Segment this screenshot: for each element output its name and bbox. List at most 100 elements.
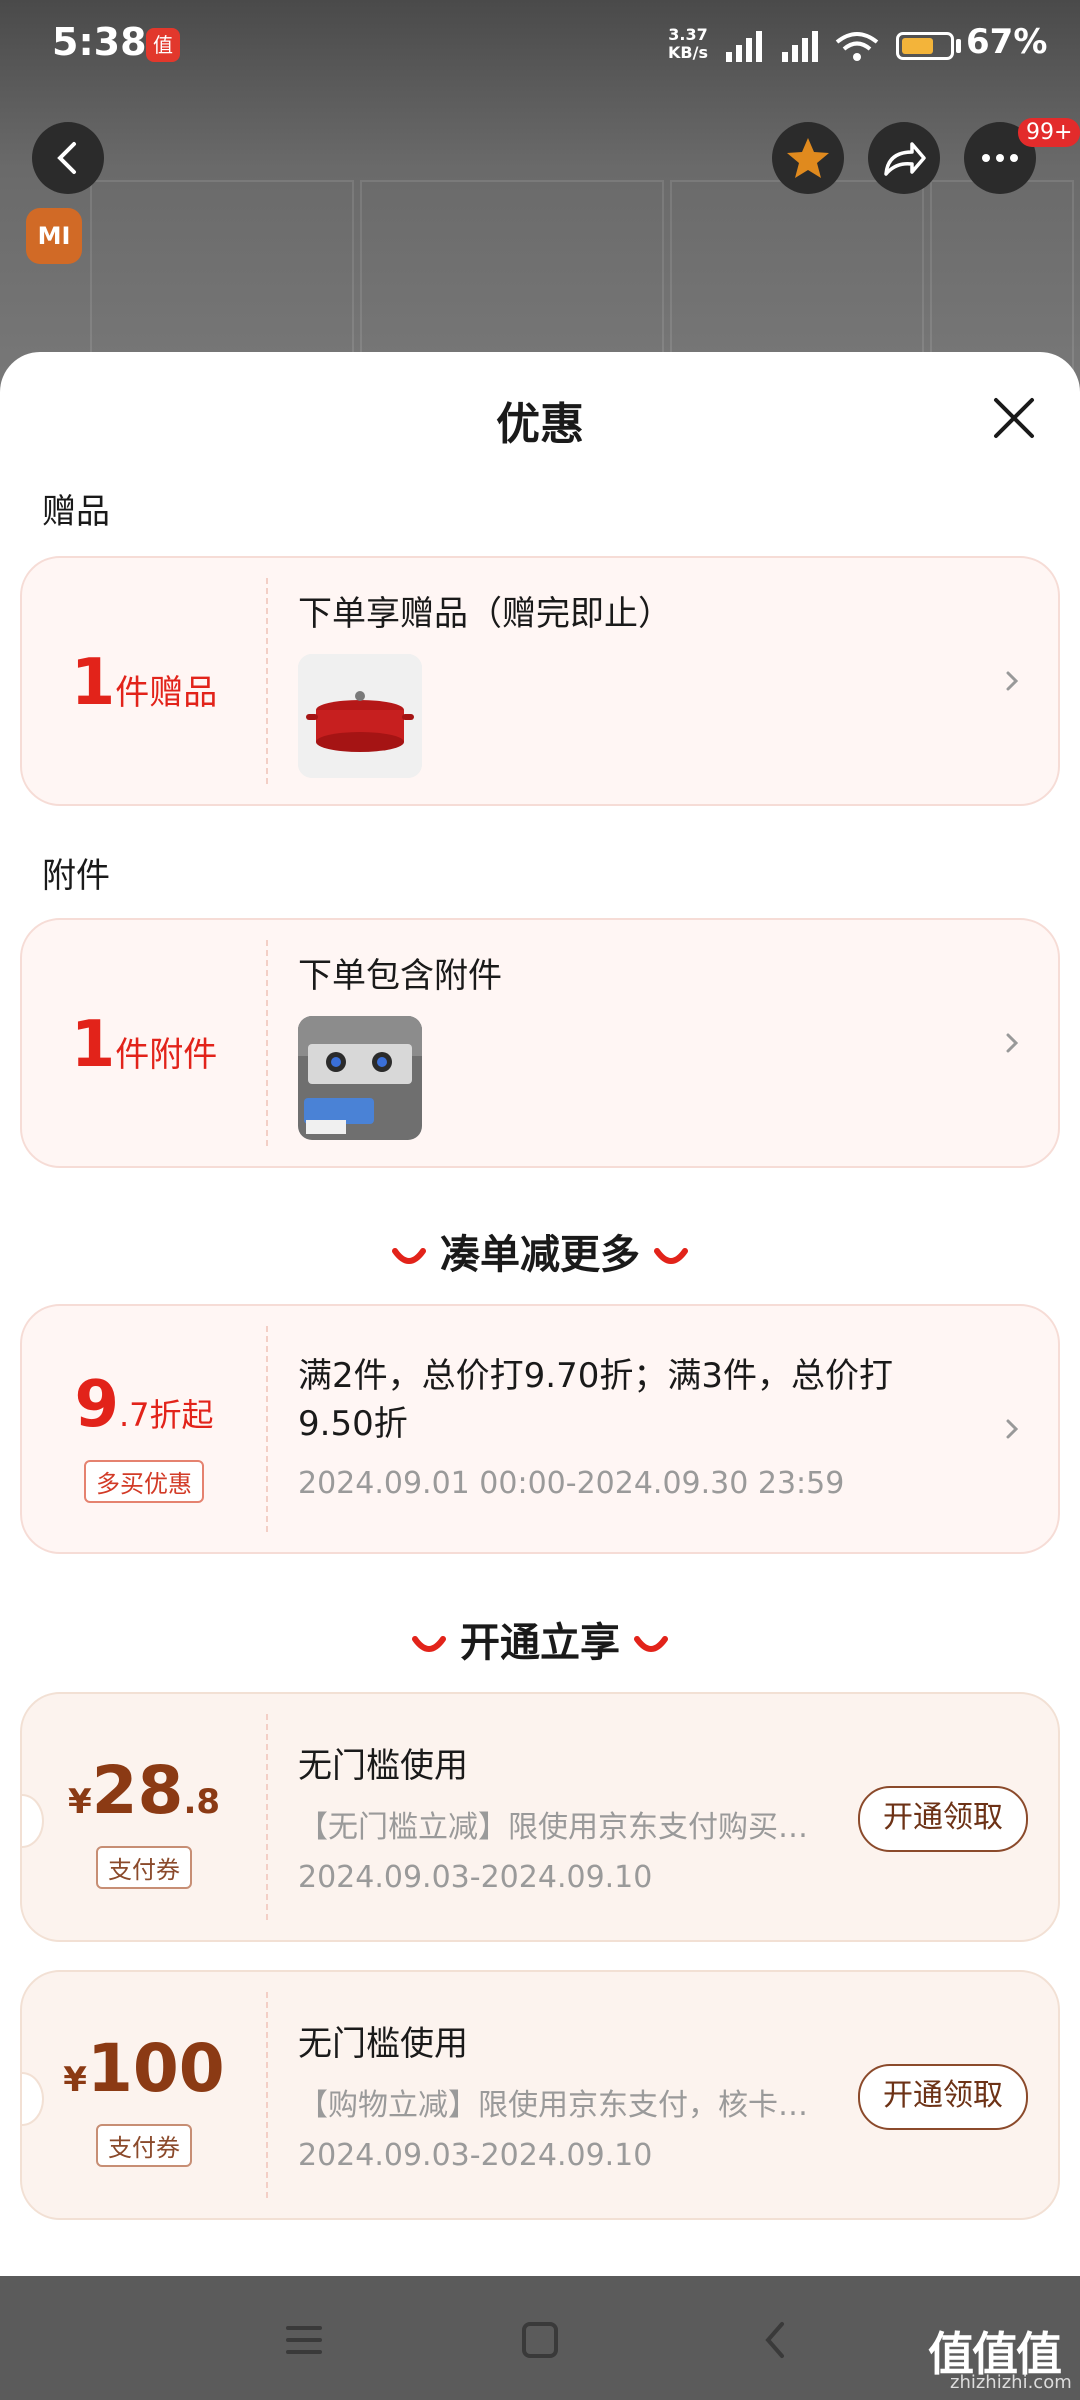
network-speed-unit: KB/s [668,43,708,62]
battery-percent: 67% [966,22,1048,62]
star-icon [787,138,829,178]
chevron-right-icon [1006,671,1019,691]
coupon-tag-wrap: 支付券 [22,1846,266,1889]
coupon-title: 无门槛使用 [298,2024,468,2064]
battery-level [902,38,933,54]
card-divider [266,1992,268,2198]
coupon-amount-integer: 100 [86,2030,225,2107]
promo-discount-main: 9 [74,1368,119,1442]
accessory-thumbnail [298,1016,422,1140]
notification-app-icon: 值 [146,28,180,62]
gift-card-right: 下单享赠品（赠完即止） [298,558,1018,804]
gift-card-left: 1件赠品 [22,558,266,804]
smile-accent-icon [392,1248,426,1264]
promo-discount: 9.7折起 [22,1368,266,1442]
gift-card[interactable]: 1件赠品 下单享赠品（赠完即止） [20,556,1060,806]
promo-card-right: 满2件，总价打9.70折；满3件，总价打9.50折 2024.09.01 00:… [298,1306,1018,1552]
card-divider [266,1326,268,1532]
signal-icon-2 [782,31,818,62]
accessory-title: 下单包含附件 [298,956,502,996]
more-deals-heading-text: 凑单减更多 [440,1232,640,1278]
gift-count-unit: 件赠品 [115,673,218,713]
gift-thumbnail [298,654,422,778]
coupon-currency: ¥ [63,2060,87,2100]
accessory-count-unit: 件附件 [115,1035,218,1075]
coupon-card-left: ¥100 支付券 [22,1972,266,2218]
coupon-tag: 支付券 [96,1846,192,1889]
coupon-card[interactable]: ¥100 支付券 无门槛使用 【购物立减】限使用京东支付，核卡… 2024.09… [20,1970,1060,2220]
coupon-currency: ¥ [67,1782,92,1822]
coupon-card-right: 无门槛使用 【无门槛立减】限使用京东支付购买… 2024.09.03-2024.… [298,1694,1028,1940]
coupon-amount: ¥28.8 [22,1752,266,1829]
favorite-button[interactable] [772,122,844,194]
promo-tag-wrap: 多买优惠 [22,1460,266,1503]
accessory-card[interactable]: 1件附件 下单包含附件 [20,918,1060,1168]
network-speed: 3.37 KB/s [668,26,708,62]
chevron-right-icon [1006,1033,1019,1053]
coupon-date: 2024.09.03-2024.09.10 [298,2138,653,2173]
battery-tip [956,39,961,53]
brand-logo: MI [26,208,82,264]
accessory-section-title: 附件 [42,856,110,896]
smile-accent-icon [654,1248,688,1264]
network-speed-value: 3.37 [668,25,708,44]
message-count-badge: 99+ [1018,118,1080,147]
battery-icon [896,32,954,60]
promo-date: 2024.09.01 00:00-2024.09.30 23:59 [298,1466,845,1501]
smile-accent-icon [634,1636,668,1652]
promo-description: 满2件，总价打9.70折；满3件，总价打9.50折 [298,1356,893,1444]
coupon-card-right: 无门槛使用 【购物立减】限使用京东支付，核卡… 2024.09.03-2024.… [298,1972,1028,2218]
claim-coupon-button[interactable]: 开通领取 [858,1786,1028,1852]
gas-stove-image [298,1016,422,1140]
system-navigation-bar [0,2276,1080,2400]
coupon-tag-wrap: 支付券 [22,2124,266,2167]
watermark-url: zhizhizhi.com [950,2372,1072,2393]
coupon-amount-integer: 28 [91,1752,184,1829]
card-divider [266,940,268,1146]
status-bar: 5:38 值 3.37 KB/s 67% [0,0,1080,95]
open-benefits-heading: 开通立享 [0,1610,1080,1668]
wifi-icon [835,32,879,61]
promo-tag: 多买优惠 [84,1460,204,1503]
accessory-card-right: 下单包含附件 [298,920,1018,1166]
accessory-count: 1件附件 [22,1008,266,1082]
back-button[interactable] [32,122,104,194]
gift-count: 1件赠品 [22,646,266,720]
card-divider [266,1714,268,1920]
close-icon [994,398,1034,438]
coupon-amount: ¥100 [22,2030,266,2107]
status-time: 5:38 [52,20,147,64]
coupon-date: 2024.09.03-2024.09.10 [298,1860,653,1895]
menu-icon[interactable] [282,2318,326,2362]
coupon-card-left: ¥28.8 支付券 [22,1694,266,1940]
accessory-count-number: 1 [70,1008,116,1082]
smile-accent-icon [412,1636,446,1652]
coupon-card[interactable]: ¥28.8 支付券 无门槛使用 【无门槛立减】限使用京东支付购买… 2024.0… [20,1692,1060,1942]
share-button[interactable] [868,122,940,194]
more-deals-heading: 凑单减更多 [0,1222,1080,1280]
gift-count-number: 1 [70,646,116,720]
chevron-left-icon [57,142,76,174]
coupon-description: 【购物立减】限使用京东支付，核卡… [298,2088,808,2123]
claim-coupon-button[interactable]: 开通领取 [858,2064,1028,2130]
open-benefits-heading-text: 开通立享 [460,1620,620,1666]
accessory-card-left: 1件附件 [22,920,266,1166]
sheet-title: 优惠 [496,399,584,450]
gift-title: 下单享赠品（赠完即止） [298,594,672,634]
card-divider [266,578,268,784]
share-icon [884,142,926,176]
discount-sheet: 优惠 赠品 1件赠品 下单享赠品（赠完即止） 附件 1件附件 下单包含附件 凑单… [0,352,1080,2276]
back-nav-icon[interactable] [754,2318,798,2362]
gifts-section-title: 赠品 [42,492,110,532]
coupon-tag: 支付券 [96,2124,192,2167]
chevron-right-icon [1006,1419,1019,1439]
red-pot-image [298,654,422,778]
coupon-description: 【无门槛立减】限使用京东支付购买… [298,1810,808,1845]
home-icon[interactable] [518,2318,562,2362]
coupon-title: 无门槛使用 [298,1746,468,1786]
promo-card-left: 9.7折起 多买优惠 [22,1306,266,1552]
coupon-amount-decimal: .8 [183,1782,221,1822]
multi-buy-promo-card[interactable]: 9.7折起 多买优惠 满2件，总价打9.70折；满3件，总价打9.50折 202… [20,1304,1060,1554]
signal-icon [726,31,762,62]
close-button[interactable] [984,388,1044,448]
